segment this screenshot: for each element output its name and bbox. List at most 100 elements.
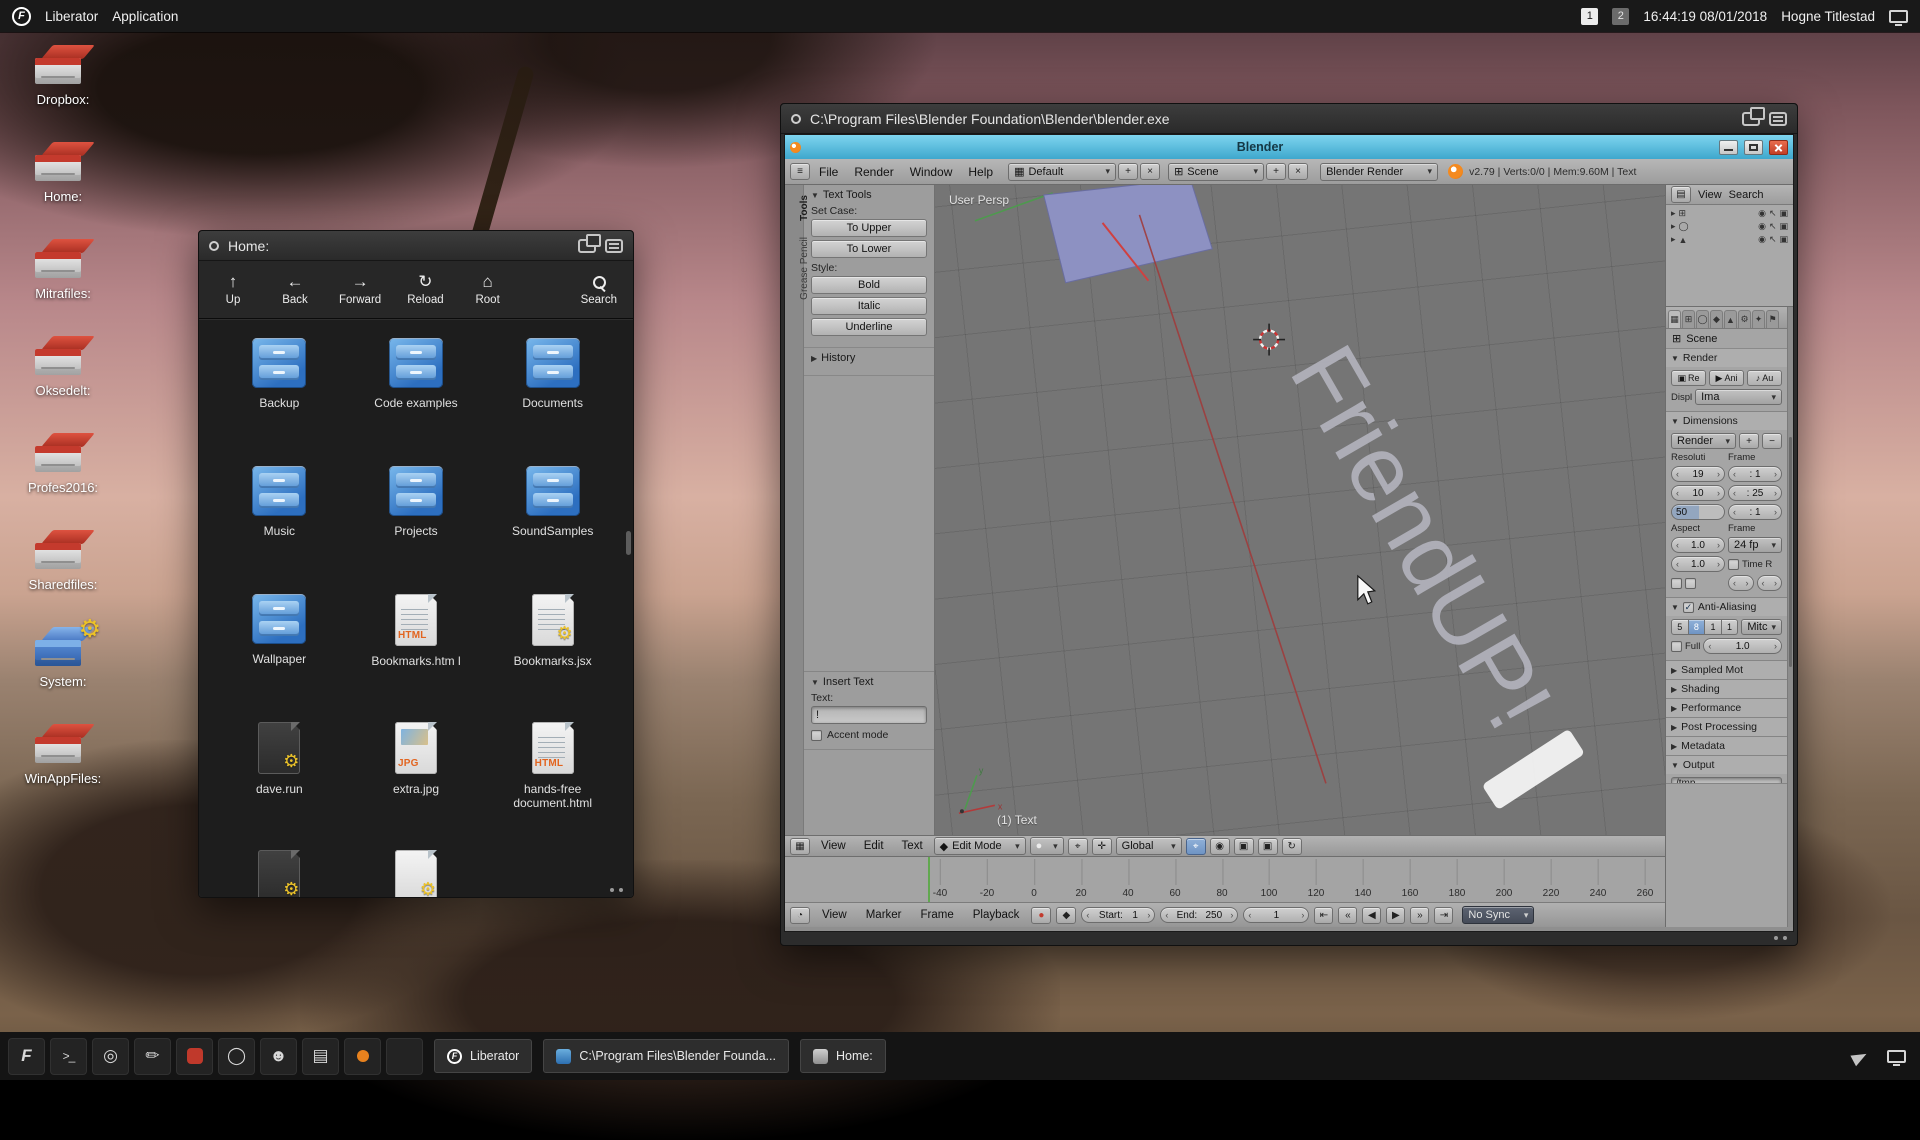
- folder-item[interactable]: SoundSamples: [484, 466, 621, 578]
- keying-set-button[interactable]: ◆: [1056, 907, 1076, 924]
- properties-scrollbar[interactable]: [1787, 307, 1793, 927]
- scene-select[interactable]: ⊞Scene▾: [1168, 163, 1264, 181]
- layout-select[interactable]: ▦Default▾: [1008, 163, 1116, 181]
- play-reverse-button[interactable]: ◀: [1362, 907, 1381, 924]
- panel-header[interactable]: ▼Insert Text: [811, 676, 927, 688]
- decrement-icon[interactable]: ‹: [1676, 559, 1679, 569]
- bold-button[interactable]: Bold: [811, 276, 927, 294]
- panel-header[interactable]: ▼Render: [1666, 349, 1787, 367]
- increment-icon[interactable]: ›: [1717, 540, 1720, 550]
- accent-checkbox[interactable]: [811, 730, 822, 741]
- panel-header[interactable]: ▶Metadata: [1666, 737, 1787, 755]
- italic-button[interactable]: Italic: [811, 297, 927, 315]
- decrement-icon[interactable]: ‹: [1708, 641, 1711, 651]
- clipped-file-item[interactable]: ⚙: [211, 850, 348, 897]
- scrollbar-thumb[interactable]: [1789, 437, 1792, 667]
- aspect-y-field[interactable]: ‹1.0›: [1671, 556, 1725, 572]
- blender-titlebar[interactable]: Blender: [785, 135, 1793, 159]
- tab-physics[interactable]: ⚑: [1766, 310, 1779, 328]
- decrement-icon[interactable]: ‹: [1165, 910, 1168, 920]
- decrement-icon[interactable]: ‹: [1676, 488, 1679, 498]
- search-button[interactable]: Search: [581, 274, 617, 306]
- decrement-icon[interactable]: ‹: [1248, 910, 1251, 920]
- delete-scene-button[interactable]: ×: [1288, 163, 1308, 180]
- decrement-icon[interactable]: ‹: [1086, 910, 1089, 920]
- filter-size-field[interactable]: ‹1.0›: [1703, 638, 1782, 654]
- sync-select[interactable]: No Sync▾: [1462, 906, 1534, 924]
- file-manager-content[interactable]: Backup Code examples Documents Music Pro…: [199, 320, 633, 897]
- window-resize-handle[interactable]: [1783, 936, 1787, 940]
- tab-render[interactable]: ▦: [1668, 310, 1681, 328]
- frame-end-field[interactable]: ‹: 25›: [1728, 485, 1782, 501]
- html-file-item[interactable]: HTMLhands-free document.html: [484, 722, 621, 834]
- taskbar-terminal-icon[interactable]: >_: [50, 1038, 87, 1075]
- desktop-icon-dropbox[interactable]: Dropbox:: [14, 44, 112, 107]
- fps-select[interactable]: 24 fp▾: [1728, 537, 1782, 553]
- tab-material[interactable]: ✦: [1752, 310, 1765, 328]
- to-lower-button[interactable]: To Lower: [811, 240, 927, 258]
- outliner-row[interactable]: ▸◯◉↖▣: [1666, 220, 1793, 233]
- render-toggle-icon[interactable]: ▣: [1779, 208, 1788, 219]
- decrement-icon[interactable]: ‹: [1733, 469, 1736, 479]
- jump-start-button[interactable]: ⇤: [1314, 907, 1333, 924]
- orientation-select[interactable]: Global▾: [1116, 837, 1182, 855]
- add-scene-button[interactable]: +: [1266, 163, 1286, 180]
- resolution-percent-slider[interactable]: 50: [1671, 504, 1725, 520]
- delete-layout-button[interactable]: ×: [1140, 163, 1160, 180]
- taskbar-orange-app-icon[interactable]: [344, 1038, 381, 1075]
- increment-icon[interactable]: ›: [1717, 559, 1720, 569]
- audio-button[interactable]: ♪Au: [1747, 370, 1782, 386]
- friend-logo-icon[interactable]: F: [12, 7, 31, 26]
- task-liberator[interactable]: FLiberator: [434, 1039, 532, 1073]
- full-sample-checkbox[interactable]: [1671, 641, 1682, 652]
- taskbar-atom-app-icon[interactable]: [386, 1038, 423, 1075]
- outliner-row[interactable]: ▸▲◉↖▣: [1666, 233, 1793, 246]
- display-icon[interactable]: [1889, 10, 1908, 23]
- accent-mode-row[interactable]: Accent mode: [811, 729, 927, 741]
- aa-samples-5-button[interactable]: 5: [1671, 619, 1689, 635]
- record-button[interactable]: ●: [1031, 907, 1051, 924]
- desktop-icon-oksedelt[interactable]: Oksedelt:: [14, 335, 112, 398]
- frame-end-field[interactable]: ‹End:250›: [1160, 907, 1238, 923]
- taskbar-user-icon[interactable]: ☻: [260, 1038, 297, 1075]
- add-preset-button[interactable]: +: [1739, 433, 1759, 449]
- taskbar-friend-icon[interactable]: F: [8, 1038, 45, 1075]
- frame-start-field[interactable]: ‹Start:1›: [1081, 907, 1155, 923]
- next-keyframe-button[interactable]: »: [1410, 907, 1429, 924]
- script-file-item[interactable]: ⚙Bookmarks.jsx: [484, 594, 621, 706]
- window-menu-icon[interactable]: [209, 241, 219, 251]
- increment-icon[interactable]: ›: [1230, 910, 1233, 920]
- menu-playback[interactable]: Playback: [966, 909, 1027, 921]
- window-menu-icon[interactable]: [791, 114, 801, 124]
- panel-header[interactable]: ▼Text Tools: [811, 189, 927, 201]
- animation-button[interactable]: ▶Ani: [1709, 370, 1744, 386]
- folder-item[interactable]: Music: [211, 466, 348, 578]
- folder-item[interactable]: Backup: [211, 338, 348, 450]
- expand-icon[interactable]: ▸: [1671, 208, 1676, 219]
- aa-samples-16-button[interactable]: 1: [1722, 619, 1739, 635]
- html-file-item[interactable]: HTMLBookmarks.htm l: [348, 594, 485, 706]
- expand-icon[interactable]: ▸: [1671, 221, 1676, 232]
- panel-header[interactable]: ▶Post Processing: [1666, 718, 1787, 736]
- forward-button[interactable]: →Forward: [339, 273, 381, 306]
- menu-liberator[interactable]: Liberator: [45, 9, 98, 24]
- menu-view[interactable]: View: [1698, 189, 1722, 201]
- rotate-view-icon[interactable]: ↻: [1282, 838, 1302, 855]
- taskbar-disc-icon[interactable]: ◎: [92, 1038, 129, 1075]
- timeline-ruler[interactable]: -40 -20 0 20 40 60 80 100 120 140 160 18…: [785, 857, 1665, 903]
- editor-type-icon[interactable]: ≡: [790, 163, 810, 180]
- close-button[interactable]: [1769, 140, 1788, 155]
- snap-icon[interactable]: ⌖: [1186, 838, 1206, 855]
- folder-item[interactable]: Documents: [484, 338, 621, 450]
- select-icon[interactable]: ↖: [1769, 221, 1777, 232]
- panel-header[interactable]: ▼✓Anti-Aliasing: [1666, 598, 1787, 616]
- increment-icon[interactable]: ›: [1717, 488, 1720, 498]
- resolution-y-field[interactable]: ‹10›: [1671, 485, 1725, 501]
- aa-samples-8-button[interactable]: 8: [1689, 619, 1706, 635]
- tab-world[interactable]: ◯: [1696, 310, 1709, 328]
- maximize-button[interactable]: [1744, 140, 1763, 155]
- decrement-icon[interactable]: ‹: [1733, 578, 1736, 588]
- render-toggle-icon[interactable]: ▣: [1779, 234, 1788, 245]
- panel-header[interactable]: ▼Output: [1666, 756, 1787, 774]
- tab-scene[interactable]: ⊞: [1682, 310, 1695, 328]
